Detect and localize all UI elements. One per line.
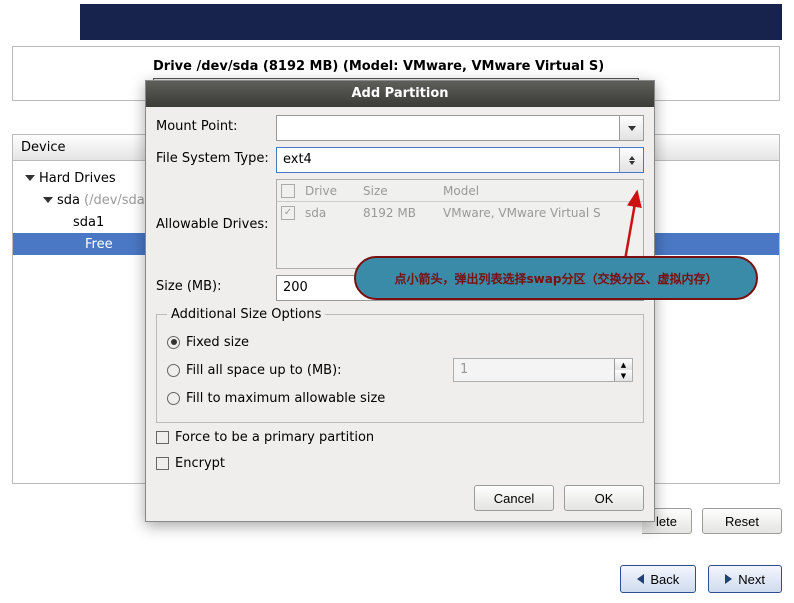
radio-icon[interactable] [167, 364, 180, 377]
next-label: Next [738, 572, 765, 587]
tree-label: sda1 [73, 215, 104, 230]
drives-table-header: Drive Size Model [277, 180, 643, 202]
col-size: Size [357, 184, 437, 198]
radio-label: Fixed size [186, 335, 249, 350]
checkbox-icon[interactable] [156, 431, 169, 444]
tree-devpath: (/dev/sda) [84, 193, 150, 208]
additional-legend: Additional Size Options [167, 307, 325, 322]
dialog-title: Add Partition [146, 81, 654, 107]
back-button[interactable]: Back [620, 565, 696, 593]
tree-label: Free [85, 237, 113, 252]
radio-label: Fill all space up to (MB): [186, 363, 342, 378]
checkbox-force-primary[interactable]: Force to be a primary partition [156, 425, 644, 449]
radio-fill-max[interactable]: Fill to maximum allowable size [167, 384, 633, 412]
radio-icon[interactable] [167, 392, 180, 405]
cell-model: VMware, VMware Virtual S [437, 206, 607, 220]
drive-header-label: Drive /dev/sda (8192 MB) (Model: VMware,… [13, 47, 779, 78]
mount-point-value[interactable] [277, 116, 619, 140]
chevron-down-icon[interactable] [25, 175, 35, 181]
spinner-down-icon[interactable]: ▼ [615, 370, 632, 381]
arrow-right-icon [725, 574, 732, 584]
radio-fixed-size[interactable]: Fixed size [167, 328, 633, 356]
mount-point-dropdown-button[interactable] [619, 116, 643, 140]
chevron-down-icon[interactable] [43, 197, 53, 203]
checkbox-icon[interactable] [156, 457, 169, 470]
checkbox-encrypt[interactable]: Encrypt [156, 451, 644, 475]
tree-label: sda [57, 193, 80, 208]
fill-up-to-spinner[interactable]: 1 ▲ ▼ [453, 358, 633, 382]
chevron-down-icon [629, 161, 635, 165]
ok-button[interactable]: OK [564, 485, 644, 511]
checkbox-icon[interactable] [281, 184, 295, 198]
reset-button[interactable]: Reset [702, 508, 782, 534]
spinner-up-icon[interactable]: ▲ [615, 359, 632, 370]
radio-fill-up-to[interactable]: Fill all space up to (MB): 1 ▲ ▼ [167, 356, 633, 384]
col-model: Model [437, 184, 485, 198]
allowable-drives-label: Allowable Drives: [156, 217, 276, 232]
fs-type-label: File System Type: [156, 147, 276, 166]
radio-label: Fill to maximum allowable size [186, 391, 385, 406]
back-label: Back [650, 572, 679, 587]
fs-type-dropdown-button[interactable] [619, 148, 643, 172]
cancel-button[interactable]: Cancel [474, 485, 554, 511]
add-partition-dialog: Add Partition Mount Point: File System T… [145, 80, 655, 522]
fill-up-to-value: 1 [454, 359, 614, 381]
fs-type-value[interactable]: ext4 [277, 148, 619, 172]
spinner-buttons[interactable]: ▲ ▼ [614, 359, 632, 381]
checkbox-icon[interactable]: ✓ [281, 206, 295, 220]
wizard-nav: Back Next [620, 565, 782, 593]
cell-drive: sda [299, 206, 357, 220]
size-label: Size (MB): [156, 275, 276, 294]
column-device[interactable]: Device [13, 135, 153, 160]
checkbox-label: Force to be a primary partition [175, 430, 374, 445]
annotation-callout: 点小箭头，弹出列表选择swap分区（交换分区、虚拟内存） [354, 256, 758, 300]
mount-point-label: Mount Point: [156, 115, 276, 134]
additional-size-options: Additional Size Options Fixed size Fill … [156, 307, 644, 423]
next-button[interactable]: Next [708, 565, 782, 593]
col-drive: Drive [299, 184, 357, 198]
arrow-left-icon [637, 574, 644, 584]
mount-point-combo[interactable] [276, 115, 644, 141]
radio-icon[interactable] [167, 336, 180, 349]
cell-size: 8192 MB [357, 206, 437, 220]
chevron-up-icon [629, 156, 635, 160]
checkbox-label: Encrypt [175, 456, 225, 471]
drives-table-row[interactable]: ✓ sda 8192 MB VMware, VMware Virtual S [277, 202, 643, 224]
fs-type-combo[interactable]: ext4 [276, 147, 644, 173]
top-banner [80, 4, 782, 40]
table-action-buttons: lete Reset [642, 508, 782, 534]
tree-label: Hard Drives [39, 171, 116, 186]
chevron-down-icon [628, 126, 636, 131]
